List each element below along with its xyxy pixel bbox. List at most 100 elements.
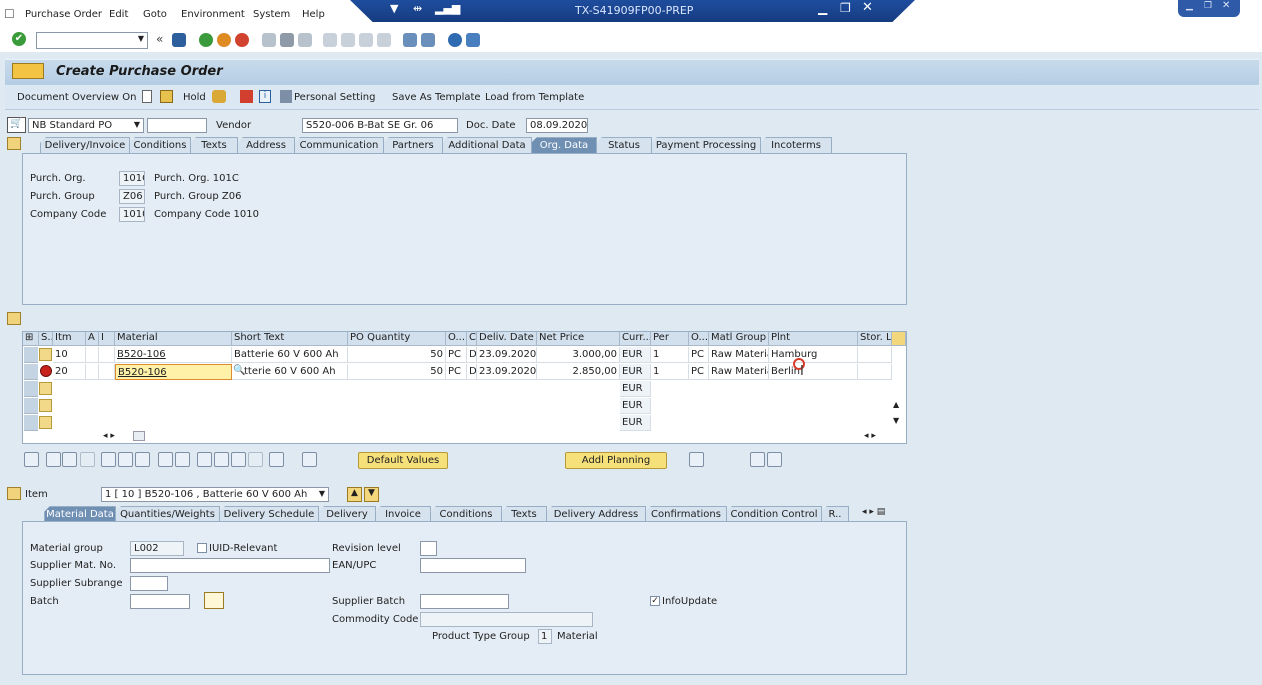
column-header[interactable]: Itm — [53, 332, 86, 346]
messages-icon[interactable] — [240, 90, 253, 103]
menu-system[interactable]: System — [253, 9, 290, 20]
tab-scroll-icons[interactable]: ◂ ▸ ▤ — [862, 507, 885, 517]
table-settings-icon[interactable]: ⊞ — [23, 332, 39, 346]
ean-upc-field[interactable] — [420, 558, 526, 573]
net-price-cell[interactable]: 3.000,00 — [537, 347, 620, 363]
doc-date-field[interactable]: 08.09.2020 — [526, 118, 588, 133]
tab-texts[interactable]: Texts — [190, 137, 238, 153]
column-header[interactable]: C — [467, 332, 477, 346]
print-icon[interactable] — [262, 33, 276, 47]
storage-location-cell[interactable] — [858, 347, 892, 363]
find-next-icon[interactable] — [298, 33, 312, 47]
cart-icon[interactable]: 🛒 — [7, 117, 26, 133]
settings-icon[interactable] — [302, 452, 317, 467]
column-header[interactable]: Per — [651, 332, 689, 346]
material-cell[interactable]: B520-106 — [115, 364, 232, 380]
order-price-unit-cell[interactable]: PC — [689, 347, 709, 363]
tab-texts[interactable]: Texts — [501, 506, 547, 522]
paste-icon[interactable] — [175, 452, 190, 467]
po-quantity-cell[interactable]: 50 — [348, 364, 446, 380]
column-header[interactable]: I — [99, 332, 115, 346]
tab-status[interactable]: Status — [596, 137, 652, 153]
horizontal-scrollbar[interactable] — [133, 431, 145, 441]
tab-delivery-schedule[interactable]: Delivery Schedule — [219, 506, 319, 522]
column-header[interactable]: Short Text — [232, 332, 348, 346]
check-icon[interactable] — [212, 90, 226, 103]
addl-planning-button[interactable]: Addl Planning — [565, 452, 667, 469]
column-header[interactable]: O... — [689, 332, 709, 346]
menu-help[interactable]: Help — [302, 9, 325, 20]
column-header[interactable]: Curr... — [620, 332, 651, 346]
collapse-item-detail-icon[interactable] — [7, 487, 21, 500]
tab-material-data[interactable]: Material Data — [44, 506, 116, 522]
select-block-icon[interactable] — [80, 452, 95, 467]
po-quantity-cell[interactable]: 50 — [348, 347, 446, 363]
checkbox-icon[interactable] — [197, 543, 207, 553]
tab-conditions[interactable]: Conditions — [129, 137, 191, 153]
scroll-left-icon[interactable]: ◂ ▸ — [103, 431, 115, 441]
tab-delivery-address[interactable]: Delivery Address — [546, 506, 646, 522]
supplier-mat-field[interactable] — [130, 558, 330, 573]
command-field[interactable]: ▼ — [36, 32, 148, 49]
previous-page-icon[interactable] — [341, 33, 355, 47]
tab-partners[interactable]: Partners — [383, 137, 443, 153]
material-group-cell[interactable]: Raw Materials — [709, 347, 769, 363]
scroll-down-icon[interactable]: ▼ — [893, 416, 899, 425]
column-header[interactable]: Deliv. Date — [477, 332, 537, 346]
column-header[interactable]: Net Price — [537, 332, 620, 346]
material-group-cell[interactable]: Raw Materials — [709, 364, 769, 380]
minimize-icon[interactable]: ▁ — [1186, 1, 1193, 11]
pin-icon[interactable]: ⇹ — [413, 2, 422, 15]
scroll-right-icon[interactable]: ◂ ▸ — [864, 431, 876, 441]
short-text-cell[interactable]: tterie 60 V 600 Ah — [232, 364, 348, 380]
delete-icon[interactable] — [101, 452, 116, 467]
select-all-icon[interactable] — [46, 452, 61, 467]
tab-confirmations[interactable]: Confirmations — [645, 506, 727, 522]
row-selector[interactable] — [24, 415, 38, 431]
column-header[interactable]: Material — [115, 332, 232, 346]
tab-condition-control[interactable]: Condition Control — [726, 506, 822, 522]
purch-group-code[interactable]: Z06 — [119, 189, 145, 204]
company-code-code[interactable]: 1010 — [119, 207, 145, 222]
tab-communication[interactable]: Communication — [294, 137, 384, 153]
tab-conditions[interactable]: Conditions — [430, 506, 502, 522]
split-icon[interactable] — [767, 452, 782, 467]
storage-location-cell[interactable] — [858, 364, 892, 380]
order-unit-cell[interactable]: PC — [446, 364, 467, 380]
checkbox-checked-icon[interactable]: ✓ — [650, 596, 660, 606]
column-header[interactable]: Plnt — [769, 332, 858, 346]
dropdown-arrow-icon[interactable]: ▼ — [390, 2, 398, 15]
unlock-icon[interactable] — [135, 452, 150, 467]
iuid-relevant-checkbox[interactable]: IUID-Relevant — [197, 543, 277, 554]
batch-field[interactable] — [130, 594, 190, 609]
purch-org-code[interactable]: 101C — [119, 171, 145, 186]
menu-goto[interactable]: Goto — [143, 9, 167, 20]
deselect-all-icon[interactable] — [62, 452, 77, 467]
info-icon[interactable]: i — [259, 90, 271, 103]
column-header[interactable]: PO Quantity — [348, 332, 446, 346]
menu-edit[interactable]: Edit — [109, 9, 128, 20]
date-category-cell[interactable]: D — [467, 364, 477, 380]
row-selector[interactable] — [24, 381, 38, 397]
tab-payment-processing[interactable]: Payment Processing — [651, 137, 761, 153]
enter-check-icon[interactable]: ✔ — [12, 32, 26, 46]
document-icon[interactable] — [12, 63, 44, 79]
date-category-cell[interactable]: D — [467, 347, 477, 363]
item-category-cell[interactable] — [99, 364, 115, 380]
tab-additional-data[interactable]: Additional Data — [442, 137, 532, 153]
row-selector[interactable] — [24, 398, 38, 414]
vendor-field[interactable]: S520-006 B-Bat SE Gr. 06 — [302, 118, 458, 133]
collapse-items-icon[interactable] — [7, 312, 21, 325]
delivery-date-cell[interactable]: 23.09.2020 — [477, 364, 537, 380]
load-from-template-button[interactable]: Load from Template — [485, 92, 584, 103]
item-select[interactable]: 1 [ 10 ] B520-106 , Batterie 60 V 600 Ah… — [101, 487, 329, 502]
delivery-date-cell[interactable]: 23.09.2020 — [477, 347, 537, 363]
close-icon[interactable]: ✕ — [862, 0, 873, 15]
save-as-template-button[interactable]: Save As Template — [392, 92, 481, 103]
tab-delivery-invoice[interactable]: Delivery/Invoice — [40, 137, 130, 153]
order-unit-cell[interactable]: PC — [446, 347, 467, 363]
column-header[interactable]: Stor. Lo — [858, 332, 892, 346]
supplier-subrange-field[interactable] — [130, 576, 168, 591]
layout-menu-icon[interactable] — [466, 33, 480, 47]
column-header[interactable]: A — [86, 332, 99, 346]
